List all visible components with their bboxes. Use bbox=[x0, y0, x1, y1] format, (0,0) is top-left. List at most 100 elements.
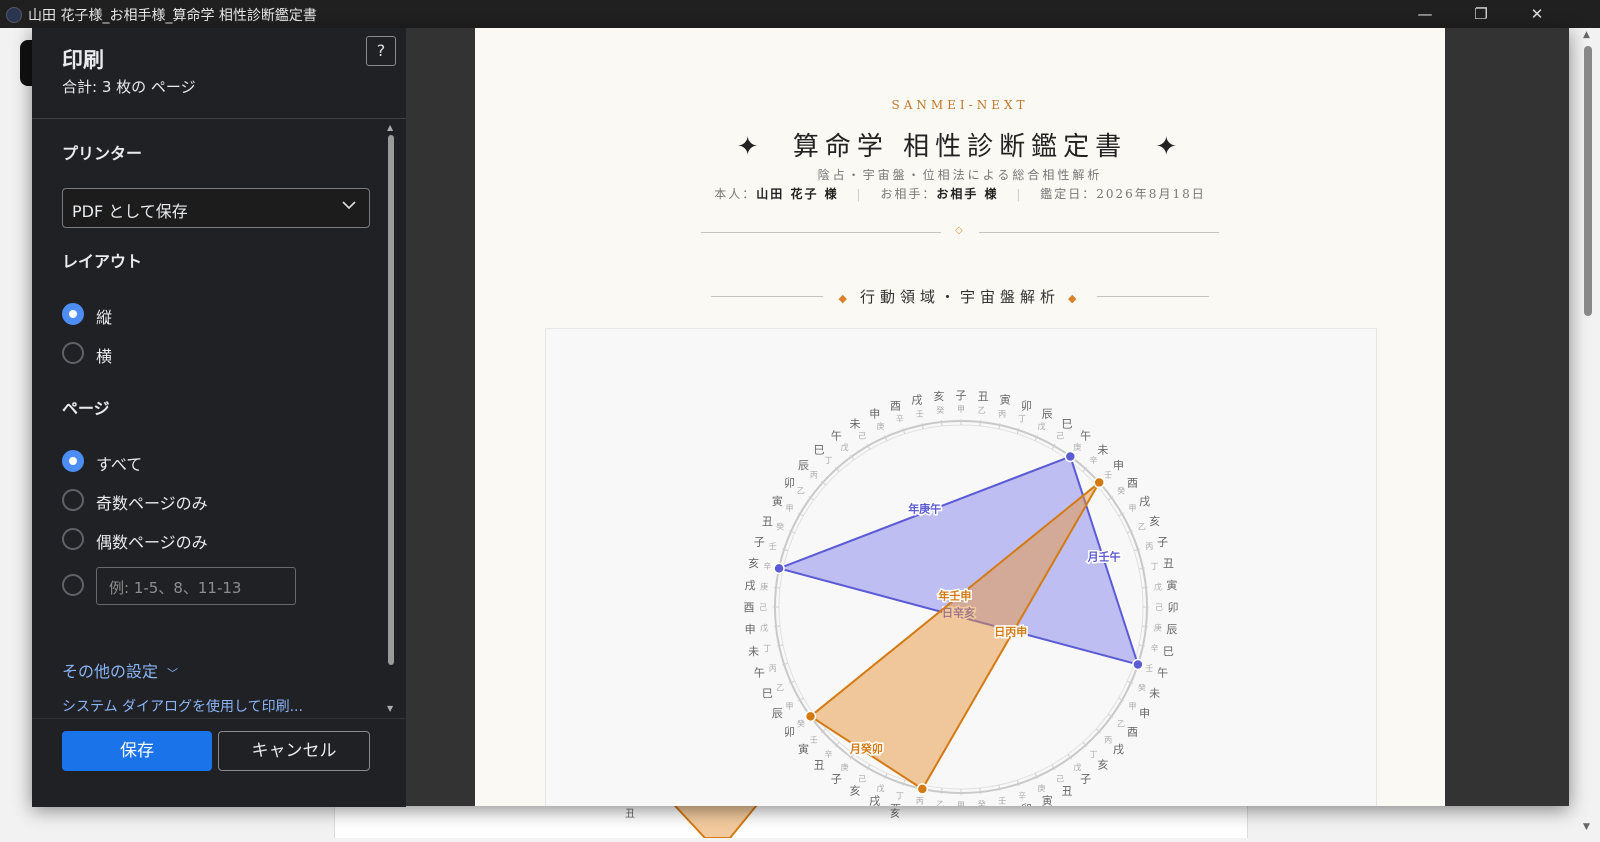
stem-label: 甲 bbox=[786, 504, 794, 513]
branch-label: 子 bbox=[1080, 773, 1091, 786]
stem-label: 庚 bbox=[1154, 623, 1162, 633]
branch-label: 卯 bbox=[1168, 601, 1179, 614]
diamond-icon: ◆ bbox=[1068, 292, 1082, 305]
more-settings-label: その他の設定 bbox=[62, 662, 159, 681]
layout-portrait-radio[interactable] bbox=[62, 303, 84, 325]
stem-label: 甲 bbox=[957, 801, 965, 806]
stem-label: 戊 bbox=[1154, 581, 1162, 591]
stem-label: 癸 bbox=[1117, 486, 1125, 496]
stem-label: 癸 bbox=[936, 405, 944, 415]
branch-label: 戌 bbox=[911, 394, 922, 407]
branch-label: 巳 bbox=[1062, 417, 1073, 430]
branch-label: 午 bbox=[754, 667, 765, 680]
header-rule-right bbox=[979, 232, 1219, 233]
pages-custom-radio[interactable] bbox=[62, 574, 84, 596]
scroll-up-arrow-icon[interactable]: ▲ bbox=[387, 123, 393, 132]
branch-label: 戌 bbox=[745, 579, 756, 592]
branch-label: 午 bbox=[1080, 429, 1091, 442]
board-tick bbox=[979, 419, 982, 427]
pages-all-radio[interactable] bbox=[62, 450, 84, 472]
board-tick bbox=[1141, 586, 1149, 589]
stem-label: 甲 bbox=[786, 702, 794, 711]
scroll-down-arrow-icon[interactable]: ▼ bbox=[387, 704, 393, 713]
stem-label: 丙 bbox=[810, 471, 818, 480]
stem-label: 丙 bbox=[769, 664, 777, 673]
branch-label: 亥 bbox=[1097, 758, 1108, 772]
diamond-icon: ◇ bbox=[955, 225, 963, 236]
window-scroll-thumb[interactable] bbox=[1584, 46, 1592, 316]
scroll-up-arrow-icon[interactable]: ▲ bbox=[1583, 30, 1590, 40]
save-button[interactable]: 保存 bbox=[62, 731, 212, 771]
stem-label: 辛 bbox=[1089, 455, 1097, 465]
panel-scroll-thumb[interactable] bbox=[388, 135, 394, 665]
pages-even-radio[interactable] bbox=[62, 528, 84, 550]
series-label: 月癸卯 bbox=[849, 742, 883, 756]
page-range-input[interactable]: 例: 1-5、8、11-13 bbox=[96, 567, 296, 605]
board-tick bbox=[979, 787, 982, 795]
stem-label: 戊 bbox=[760, 623, 768, 633]
cosmic-chart: 甲子乙丑丙寅丁卯戊辰己巳庚午辛未壬申癸酉甲戌乙 亥丙 子丁 丑戊 寅己 卯庚 辰辛 巳壬 午癸未… bbox=[744, 389, 1179, 806]
stem-label: 壬 bbox=[769, 541, 777, 551]
branch-label: 巳 bbox=[762, 687, 773, 700]
cancel-button[interactable]: キャンセル bbox=[218, 731, 370, 771]
branch-label: 子 bbox=[754, 535, 765, 548]
stem-label: 庚 bbox=[841, 762, 849, 772]
branch-label: 辰 bbox=[798, 459, 809, 472]
stem-label: 壬 bbox=[1145, 663, 1153, 673]
dialog-footer: 保存 キャンセル bbox=[32, 718, 406, 807]
printer-select[interactable]: PDF として保存 bbox=[62, 188, 370, 228]
stem-label: 戊 bbox=[841, 442, 849, 452]
layout-landscape-label: 横 bbox=[96, 347, 113, 366]
printer-value: PDF として保存 bbox=[72, 202, 188, 221]
close-button[interactable]: ✕ bbox=[1514, 0, 1560, 28]
page-count: 合計: 3 枚の ページ bbox=[62, 78, 196, 96]
partner-name: お相手 様 bbox=[936, 187, 999, 201]
branch-label: 酉 bbox=[1127, 476, 1138, 489]
stem-label: 癸 bbox=[1138, 683, 1146, 693]
branch-label: 戌 bbox=[1113, 743, 1124, 756]
series-vertex bbox=[804, 710, 817, 723]
branch-label: 午 bbox=[831, 429, 842, 442]
branch-label: 未 bbox=[1097, 443, 1108, 456]
system-dialog-link[interactable]: システム ダイアログを使用して印刷... bbox=[62, 696, 303, 716]
more-settings-link[interactable]: その他の設定 ﹀ bbox=[62, 658, 178, 682]
page-range-placeholder: 例: 1-5、8、11-13 bbox=[109, 579, 242, 597]
scroll-down-arrow-icon[interactable]: ▼ bbox=[1583, 822, 1590, 832]
restore-button[interactable]: ❐ bbox=[1458, 0, 1504, 28]
cosmic-chart-panel: 甲子乙丑丙寅丁卯戊辰己巳庚午辛未壬申癸酉甲戌乙亥丙子丁丑戊寅己卯庚辰辛巳壬午癸未… bbox=[545, 328, 1377, 806]
document-title: ✦ 算命学 相性診断鑑定書 ✦ bbox=[475, 126, 1445, 163]
branch-label: 丑 bbox=[1163, 557, 1174, 570]
minimize-button[interactable]: — bbox=[1402, 0, 1448, 28]
board-tick bbox=[773, 625, 781, 628]
stem-label: 己 bbox=[1056, 432, 1064, 441]
pages-all-label: すべて bbox=[96, 455, 143, 474]
branch-label: 寅 bbox=[772, 494, 783, 508]
branch-label: 卯 bbox=[784, 726, 795, 739]
pages-odd-radio[interactable] bbox=[62, 489, 84, 511]
stem-label: 乙 bbox=[1117, 719, 1125, 728]
branch-label: 子 bbox=[831, 773, 842, 786]
stem-label: 戊 bbox=[1073, 762, 1081, 772]
printer-label: プリンター bbox=[62, 144, 143, 163]
stem-label: 壬 bbox=[916, 408, 924, 418]
divider bbox=[32, 118, 406, 119]
print-dialog: 印刷 合計: 3 枚の ページ ? プリンター PDF として保存 レイアウト … bbox=[32, 28, 1569, 807]
help-button[interactable]: ? bbox=[366, 36, 396, 66]
stem-label: 丙 bbox=[1145, 542, 1153, 551]
layout-landscape-radio[interactable] bbox=[62, 342, 84, 364]
stem-label: 丙 bbox=[1104, 735, 1112, 744]
stem-label: 壬 bbox=[1104, 470, 1112, 480]
title-bar: 山田 花子様_お相手様_算命学 相性診断鑑定書 — ❐ ✕ bbox=[0, 0, 1600, 28]
pages-even-label: 偶数ページのみ bbox=[96, 533, 208, 552]
window-scrollbar[interactable]: ▲ ▼ bbox=[1570, 28, 1600, 838]
branch-label: 丑 bbox=[978, 390, 989, 403]
brand-name: SANMEI-NEXT bbox=[891, 98, 1029, 112]
branch-label: 寅 bbox=[1042, 794, 1053, 806]
panel-scrollbar[interactable]: ▲ ▼ bbox=[386, 123, 396, 713]
series-vertex bbox=[1093, 476, 1105, 489]
app-icon bbox=[6, 7, 22, 23]
branch-label: 未 bbox=[748, 645, 759, 658]
series-vertex bbox=[916, 783, 929, 795]
branch-label: 寅 bbox=[798, 742, 809, 756]
branch-label: 寅 bbox=[1166, 578, 1177, 592]
